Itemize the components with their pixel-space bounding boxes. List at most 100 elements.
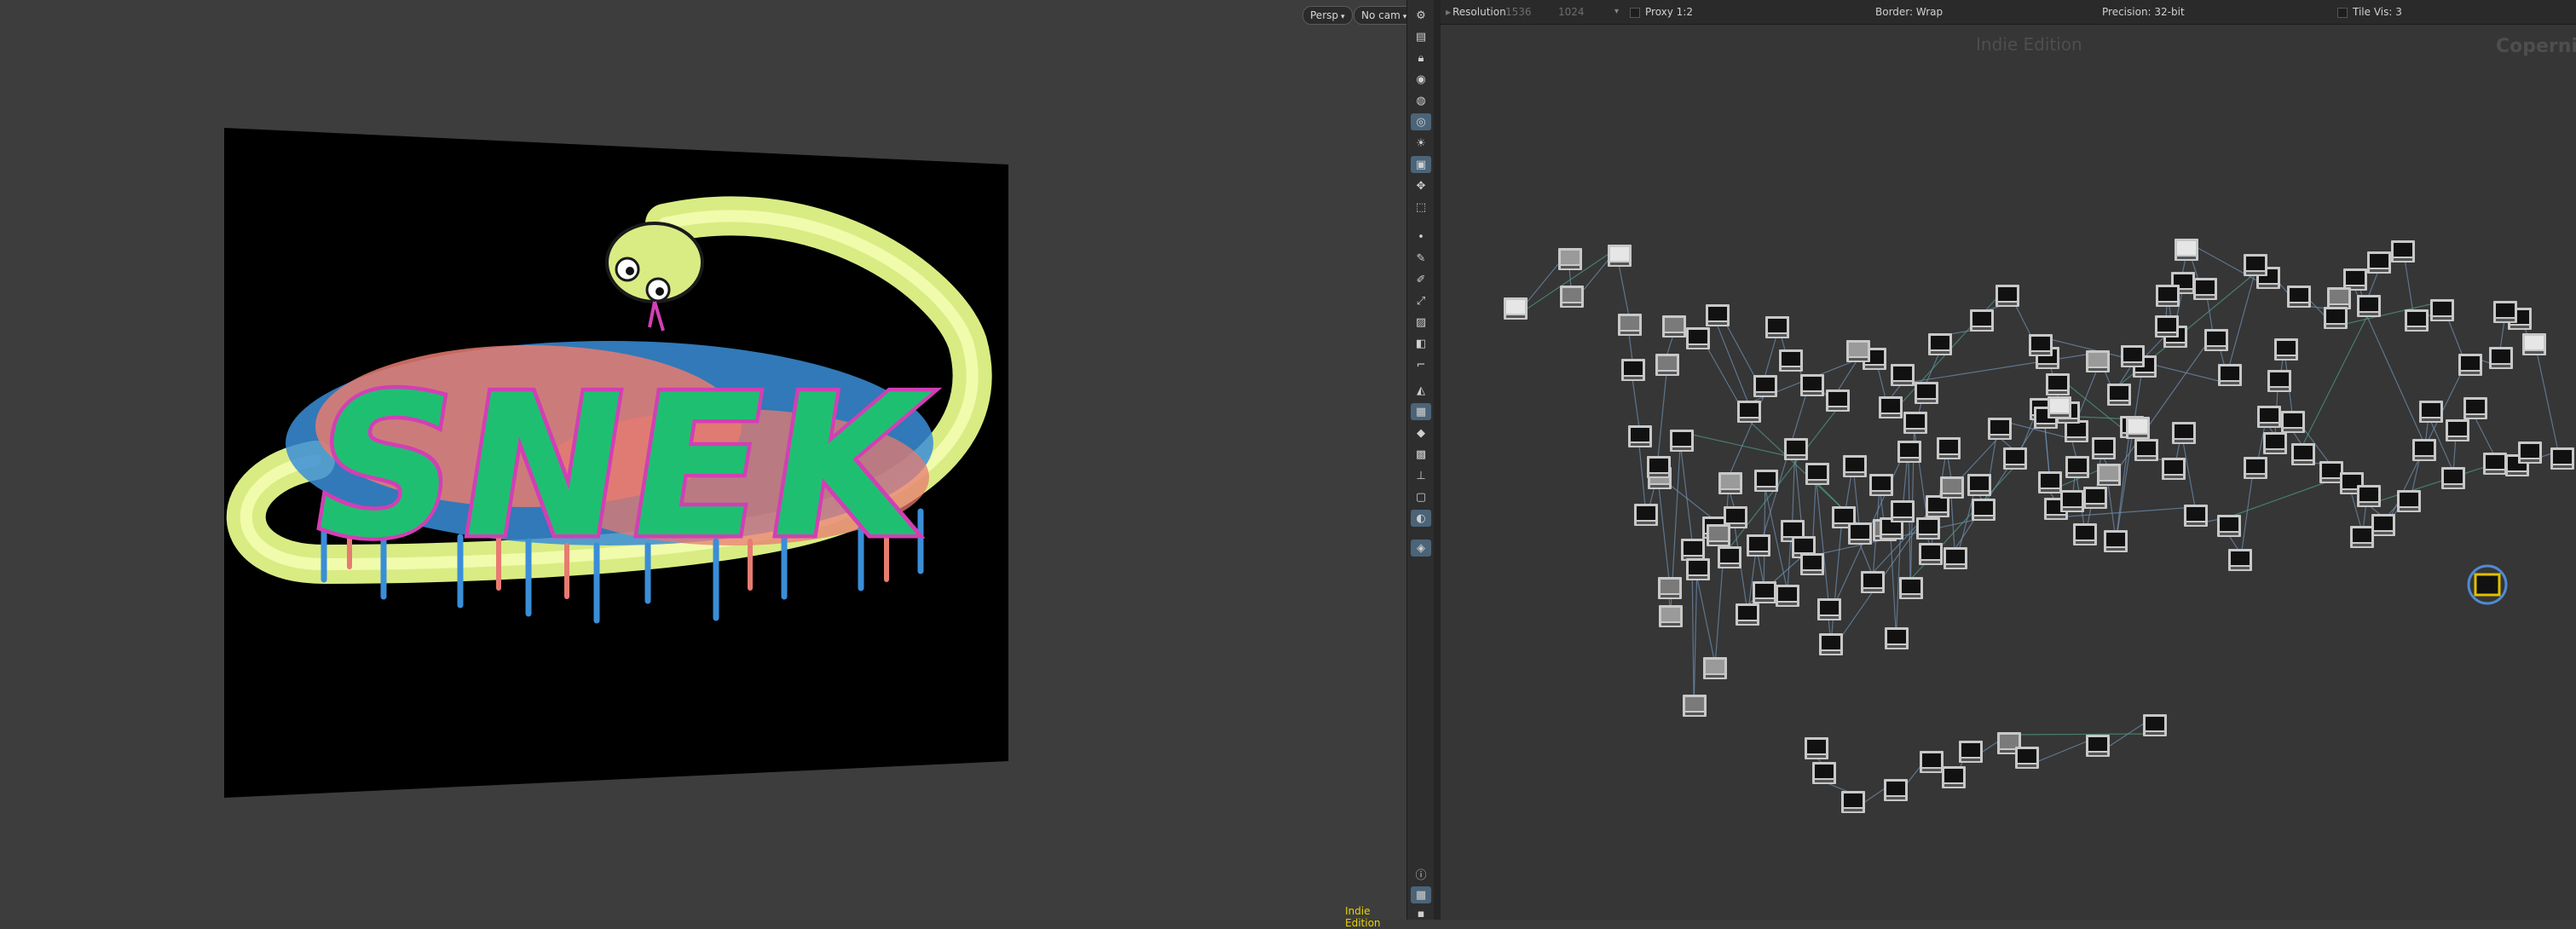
cop-node[interactable] <box>1819 633 1843 655</box>
info-icon[interactable]: ⓘ <box>1411 865 1431 882</box>
cop-node[interactable] <box>2281 411 2305 433</box>
cop-node[interactable] <box>1972 499 1996 521</box>
cop-node[interactable] <box>2324 307 2348 329</box>
cop-node[interactable] <box>1996 285 2019 307</box>
cop-node[interactable] <box>1736 603 1759 626</box>
light-icon[interactable]: ☀ <box>1411 135 1431 152</box>
viewport-canvas[interactable]: SNEK <box>0 0 1406 920</box>
cop-node[interactable] <box>1655 354 1679 376</box>
cop-node[interactable] <box>1686 327 1710 349</box>
cop-node[interactable] <box>2204 329 2228 351</box>
cop-node[interactable] <box>2327 287 2351 309</box>
output-node[interactable] <box>2474 573 2501 597</box>
edge-icon[interactable]: ⌐ <box>1411 356 1431 373</box>
cop-node[interactable] <box>2228 549 2252 571</box>
sculpt-icon[interactable]: ◧ <box>1411 335 1431 352</box>
cop-node[interactable] <box>2046 373 2070 395</box>
pane-divider[interactable] <box>1434 0 1441 920</box>
paint-icon[interactable]: ▨ <box>1411 314 1431 331</box>
cop-node[interactable] <box>2287 286 2311 308</box>
cop-node[interactable] <box>1944 547 1967 569</box>
transform-icon[interactable]: ⤢ <box>1411 292 1431 309</box>
cop-node[interactable] <box>2097 464 2121 486</box>
cop-node[interactable] <box>1681 539 1705 561</box>
paint-bucket-icon[interactable]: ◭ <box>1411 382 1431 399</box>
cop-node[interactable] <box>1826 389 1850 412</box>
joint-icon[interactable]: ⊥ <box>1411 467 1431 484</box>
cop-node[interactable] <box>1618 314 1642 336</box>
cop-node[interactable] <box>1659 605 1683 627</box>
cop-node[interactable] <box>1848 522 1872 545</box>
cop-node[interactable] <box>1621 359 1645 381</box>
cop-node[interactable] <box>2107 384 2131 406</box>
cop-node[interactable] <box>2060 490 2084 512</box>
cop-node[interactable] <box>2257 406 2281 428</box>
camera-dropdown[interactable]: No cam ▾ <box>1354 6 1415 25</box>
cop-node[interactable] <box>2184 505 2208 527</box>
cop-node[interactable] <box>2405 309 2429 332</box>
cop-node[interactable] <box>2391 240 2415 263</box>
cop-node[interactable] <box>1884 779 1908 801</box>
cop-node[interactable] <box>1885 627 1909 649</box>
cop-node[interactable] <box>2522 333 2546 355</box>
cop-node[interactable] <box>1707 524 1730 546</box>
geo-icon[interactable]: ◈ <box>1411 540 1431 557</box>
bounding-box-icon[interactable]: ▢ <box>1411 488 1431 505</box>
cop-node[interactable] <box>2193 278 2217 300</box>
cop-node[interactable] <box>1706 304 1730 326</box>
cop-node[interactable] <box>1718 546 1741 568</box>
cop-node[interactable] <box>2350 526 2374 548</box>
cop-node[interactable] <box>2029 334 2053 356</box>
render-icon[interactable]: ▣ <box>1411 156 1431 173</box>
cop-node[interactable] <box>1560 286 1584 308</box>
cop-node[interactable] <box>2121 345 2145 367</box>
cop-node[interactable] <box>2162 458 2186 480</box>
cop-node[interactable] <box>2319 461 2343 483</box>
cop-node[interactable] <box>1940 476 1964 499</box>
network-editor[interactable]: ▸ Resolution 1536 1024 ▾ Proxy 1:2 Borde… <box>1441 0 2576 920</box>
cop-node[interactable] <box>2412 439 2436 461</box>
cop-node[interactable] <box>2048 396 2071 418</box>
shading-icon[interactable]: ◐ <box>1411 510 1431 527</box>
pin-icon[interactable]: ✐ <box>1411 271 1431 288</box>
cop-node[interactable] <box>1942 766 1966 788</box>
cop-node[interactable] <box>2274 338 2298 361</box>
cop-node[interactable] <box>1959 741 1983 763</box>
cop-node[interactable] <box>2126 417 2150 439</box>
cop-node[interactable] <box>1915 382 1938 404</box>
cop-node[interactable] <box>1647 456 1671 478</box>
cop-node[interactable] <box>2086 735 2110 757</box>
cop-node[interactable] <box>1937 437 1961 459</box>
cop-node[interactable] <box>2244 457 2267 479</box>
cop-node[interactable] <box>1754 470 1778 492</box>
cop-node[interactable] <box>2086 350 2110 372</box>
cop-node[interactable] <box>1784 438 1808 460</box>
cop-node[interactable] <box>2015 747 2039 769</box>
brush-icon[interactable]: ✎ <box>1411 250 1431 267</box>
cop-node[interactable] <box>1805 737 1828 759</box>
view-persp-dropdown[interactable]: Persp ▾ <box>1302 6 1353 25</box>
cop-node[interactable] <box>2489 347 2513 369</box>
cop-node[interactable] <box>2291 443 2315 465</box>
cop-node[interactable] <box>1805 463 1829 485</box>
cop-node[interactable] <box>1800 374 1824 396</box>
cop-node[interactable] <box>1899 577 1923 599</box>
cop-node[interactable] <box>1776 585 1799 607</box>
cop-node[interactable] <box>2003 447 2027 470</box>
cop-node[interactable] <box>1683 695 1707 717</box>
cop-node[interactable] <box>1891 364 1915 386</box>
cop-node[interactable] <box>2155 315 2179 338</box>
cop-node[interactable] <box>1718 472 1742 494</box>
settings-icon[interactable]: ▪ <box>1411 905 1431 922</box>
cop-node[interactable] <box>1765 316 1789 338</box>
cop-node[interactable] <box>2134 439 2158 461</box>
cop-node[interactable] <box>2065 456 2089 478</box>
cop-node[interactable] <box>2483 453 2507 475</box>
cop-node[interactable] <box>1670 430 1694 452</box>
cop-node[interactable] <box>2441 467 2465 489</box>
cop-node[interactable] <box>1628 425 1652 447</box>
cop-node[interactable] <box>2357 485 2381 507</box>
primitive-icon[interactable]: ◆ <box>1411 424 1431 441</box>
lock-icon[interactable]: 🔒︎ <box>1411 49 1431 66</box>
cop-node[interactable] <box>2073 523 2097 545</box>
